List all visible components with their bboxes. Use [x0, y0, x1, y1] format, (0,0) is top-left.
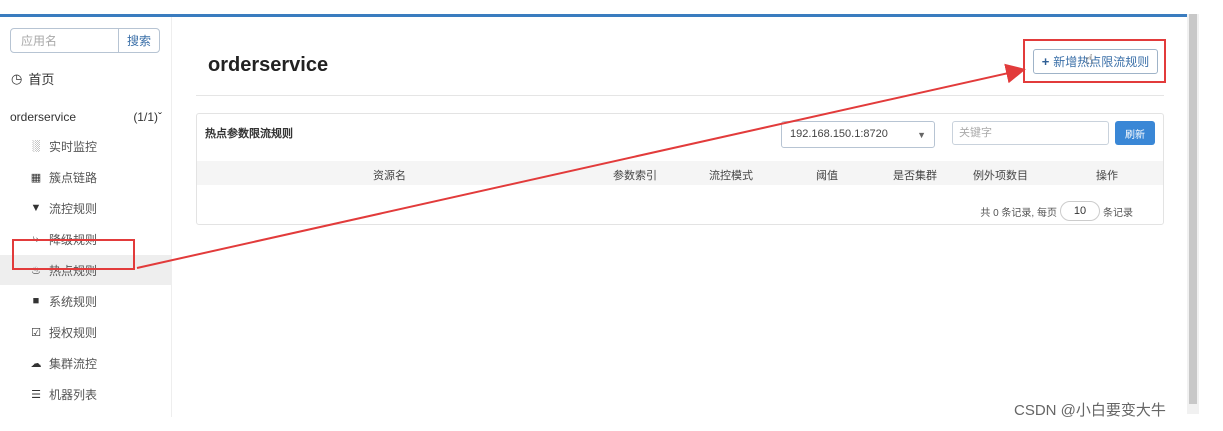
- mouse-cursor-icon: ☝: [1085, 51, 1094, 67]
- sidebar: 搜索 ◷ 首页 orderservice (1/1)ˇ ░ 实时监控 ▦ 簇点链…: [0, 17, 172, 417]
- keyword-input[interactable]: [952, 121, 1109, 145]
- top-bar: [0, 14, 1187, 17]
- highlight-box-add-button: [1023, 39, 1166, 83]
- caret-down-icon: ▼: [917, 130, 926, 140]
- column-header: 阈值: [816, 170, 838, 182]
- cloud-icon: ☁: [30, 357, 42, 370]
- sidebar-item-monitor[interactable]: ░ 实时监控: [0, 131, 172, 161]
- clock-icon: ◷: [11, 70, 23, 86]
- scrollbar-thumb[interactable]: [1189, 14, 1197, 404]
- chevron-down-icon: ˇ: [158, 110, 162, 124]
- column-header: 例外项数目: [973, 170, 1028, 182]
- app-search-input[interactable]: [11, 29, 118, 52]
- app-count: (1/1)ˇ: [133, 110, 162, 124]
- table-header: 资源名 参数索引 流控模式 阈值 是否集群 例外项数目 操作: [197, 161, 1163, 185]
- divider: [196, 95, 1164, 96]
- search-button[interactable]: 搜索: [118, 29, 159, 52]
- app-search: 搜索: [10, 28, 160, 53]
- column-header: 资源名: [373, 170, 406, 182]
- column-header: 是否集群: [893, 170, 937, 182]
- sidebar-item-flow-rules[interactable]: ▼ 流控规则: [0, 193, 172, 223]
- sidebar-item-system-rules[interactable]: ■ 系统规则: [0, 286, 172, 316]
- pagination: 共 0 条记录, 每页 10 条记录: [980, 201, 1133, 221]
- watermark: CSDN @小白要变大牛: [1014, 402, 1166, 419]
- filter-icon: ▼: [30, 202, 42, 214]
- app-group-orderservice[interactable]: orderservice (1/1)ˇ: [10, 110, 162, 124]
- nav-home[interactable]: ◷ 首页: [11, 69, 54, 88]
- page-scrollbar[interactable]: [1187, 14, 1199, 414]
- lock-icon: ■: [32, 295, 40, 307]
- sidebar-item-machine-list[interactable]: ☰ 机器列表: [0, 379, 172, 409]
- app-name: orderservice: [10, 110, 77, 124]
- column-header: 流控模式: [709, 170, 753, 182]
- table-icon: ☰: [31, 388, 41, 401]
- chart-icon: ░: [32, 140, 40, 152]
- column-header: 参数索引: [613, 170, 657, 182]
- column-header: 操作: [1096, 170, 1118, 182]
- sidebar-item-resource-chain[interactable]: ▦ 簇点链路: [0, 162, 172, 192]
- nav-home-label: 首页: [28, 72, 55, 87]
- machine-select[interactable]: 192.168.150.1:8720 ▼: [781, 121, 935, 148]
- rules-panel: 热点参数限流规则 192.168.150.1:8720 ▼ 刷新 资源名 参数索…: [196, 113, 1164, 225]
- sidebar-item-cluster-flow[interactable]: ☁ 集群流控: [0, 348, 172, 378]
- list-icon: ▦: [30, 171, 42, 184]
- refresh-button[interactable]: 刷新: [1115, 121, 1155, 145]
- panel-title: 热点参数限流规则: [205, 128, 293, 140]
- page-title: orderservice: [208, 54, 329, 76]
- page-size-input[interactable]: 10: [1060, 201, 1100, 221]
- highlight-box-sidebar: [12, 239, 135, 270]
- check-icon: ☑: [31, 326, 41, 339]
- sidebar-item-authority-rules[interactable]: ☑ 授权规则: [0, 317, 172, 347]
